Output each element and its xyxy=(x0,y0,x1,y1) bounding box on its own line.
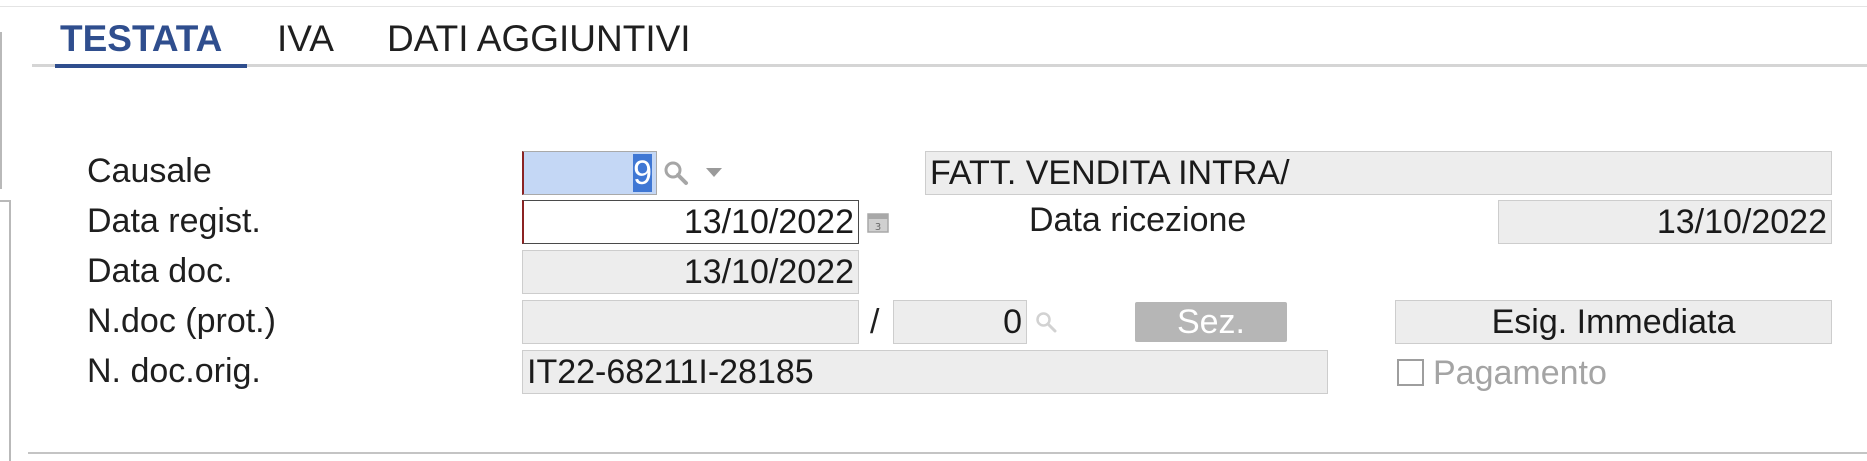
left-frame-edge-lower xyxy=(9,201,11,461)
ndoc-orig-field: IT22-68211I-28185 xyxy=(522,350,1328,394)
ndoc-number-field: 0 xyxy=(893,300,1027,344)
causale-label: Causale xyxy=(87,152,212,190)
tab-dati-aggiuntivi[interactable]: DATI AGGIUNTIVI xyxy=(387,14,691,64)
form-page: TESTATA IVA DATI AGGIUNTIVI Causale Data… xyxy=(0,0,1867,461)
tab-testata[interactable]: TESTATA xyxy=(54,14,248,68)
left-frame-edge xyxy=(0,32,2,189)
tab-iva[interactable]: IVA xyxy=(277,14,334,64)
bottom-divider xyxy=(28,452,1867,454)
data-regist-input[interactable]: 13/10/2022 xyxy=(522,200,859,244)
causale-search-icon[interactable] xyxy=(663,160,689,186)
data-doc-label: Data doc. xyxy=(87,252,233,290)
svg-text:3: 3 xyxy=(875,222,881,233)
ndoc-search-icon xyxy=(1036,312,1057,333)
data-ricezione-label: Data ricezione xyxy=(1029,201,1247,239)
ndoc-prot-field xyxy=(522,300,859,344)
esig-immediata-button[interactable]: Esig. Immediata xyxy=(1395,300,1832,344)
tab-bar-baseline xyxy=(32,64,1867,67)
ndoc-separator: / xyxy=(870,303,880,341)
pagamento-checkbox[interactable] xyxy=(1397,359,1424,386)
causale-value: 9 xyxy=(633,154,652,192)
data-ricezione-field: 13/10/2022 xyxy=(1498,200,1832,244)
data-regist-label: Data regist. xyxy=(87,202,261,240)
calendar-icon[interactable]: 3 xyxy=(867,211,889,233)
causale-description: FATT. VENDITA INTRA/ xyxy=(925,151,1832,195)
causale-input[interactable]: 9 xyxy=(522,151,657,195)
data-doc-field: 13/10/2022 xyxy=(522,250,859,294)
top-divider xyxy=(0,6,1867,7)
triangle-down-icon[interactable] xyxy=(704,165,724,179)
ndoc-orig-label: N. doc.orig. xyxy=(87,352,261,390)
pagamento-label: Pagamento xyxy=(1433,354,1607,392)
causale-selection: 9 xyxy=(524,152,656,194)
tab-bar: TESTATA IVA DATI AGGIUNTIVI xyxy=(32,14,1867,68)
ndoc-prot-label: N.doc (prot.) xyxy=(87,302,276,340)
sez-button[interactable]: Sez. xyxy=(1135,302,1287,342)
